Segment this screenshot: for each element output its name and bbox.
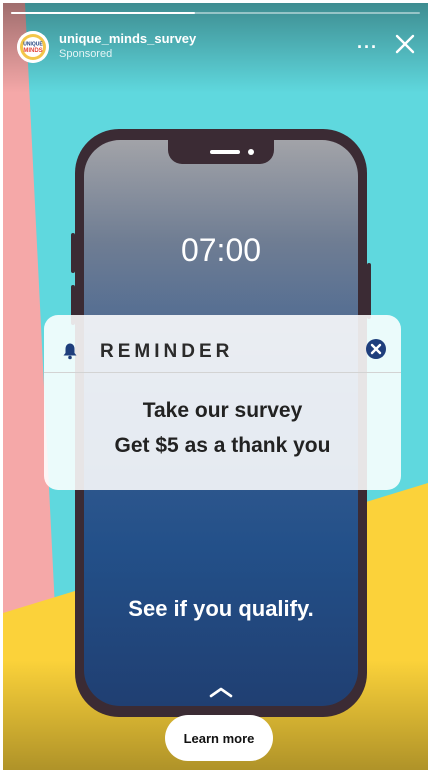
notification-line-2: Get $5 as a thank you xyxy=(114,434,331,457)
notification-divider xyxy=(44,372,401,373)
reminder-notification[interactable]: REMINDER Take our survey Get $5 as a tha… xyxy=(44,315,401,490)
bell-icon xyxy=(63,343,77,360)
chevron-up-icon[interactable] xyxy=(206,685,236,699)
more-options-icon[interactable]: ··· xyxy=(357,37,378,58)
svg-text:UNIQUE: UNIQUE xyxy=(23,42,43,48)
avatar[interactable]: UNIQUE MINDS xyxy=(17,31,49,63)
phone-notch xyxy=(168,140,274,164)
story-progress-fill xyxy=(11,12,196,14)
learn-more-button[interactable]: Learn more xyxy=(165,715,273,761)
phone-camera xyxy=(248,149,254,155)
sponsored-label: Sponsored xyxy=(59,48,113,60)
story-progress-bar xyxy=(11,12,420,14)
avatar-logo: UNIQUE MINDS xyxy=(17,31,49,63)
lockscreen-time: 07:00 xyxy=(180,232,262,268)
notification-header: REMINDER xyxy=(44,315,401,370)
notification-line-1: Take our survey xyxy=(142,399,303,422)
notification-title: REMINDER xyxy=(100,341,234,362)
phone-speaker xyxy=(210,150,240,154)
qualify-text: See if you qualify. xyxy=(128,596,314,621)
svg-text:MINDS: MINDS xyxy=(23,48,42,54)
dismiss-circle-icon[interactable] xyxy=(365,338,387,360)
story-container: UNIQUE MINDS unique_minds_survey Sponsor… xyxy=(3,3,428,770)
close-icon[interactable] xyxy=(394,33,416,55)
story-header: UNIQUE MINDS unique_minds_survey Sponsor… xyxy=(17,29,418,65)
phone-power-button xyxy=(367,263,371,319)
account-name[interactable]: unique_minds_survey xyxy=(59,31,196,46)
